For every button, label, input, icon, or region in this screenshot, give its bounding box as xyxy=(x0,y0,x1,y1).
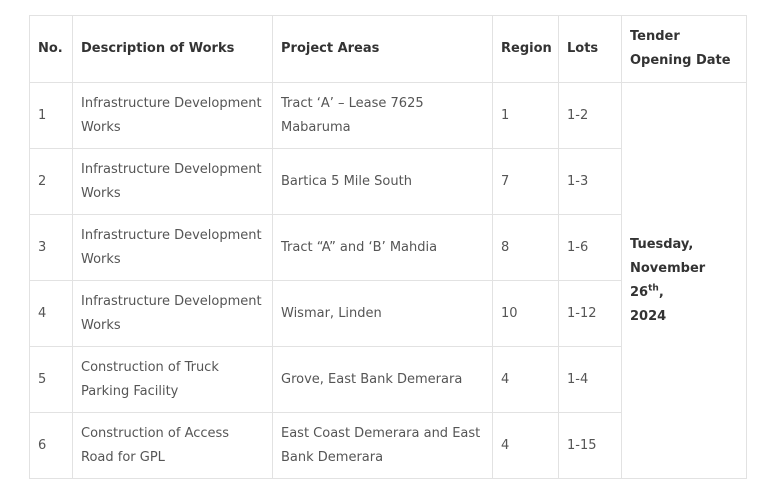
cell-no: 2 xyxy=(29,148,73,215)
table-header-row: No. Description of Works Project Areas R… xyxy=(29,15,747,83)
cell-region: 8 xyxy=(492,214,559,281)
table-row: 1 Infrastructure Development Works Tract… xyxy=(29,82,747,479)
cell-description: Construction of Truck Parking Facility xyxy=(72,346,273,413)
cell-region: 10 xyxy=(492,280,559,347)
cell-region: 7 xyxy=(492,148,559,215)
header-project-areas: Project Areas xyxy=(272,15,493,83)
opening-year: 2024 xyxy=(630,308,667,324)
cell-no: 5 xyxy=(29,346,73,413)
cell-tender-opening-date: Tuesday, November 26th, 2024 xyxy=(621,82,747,479)
cell-description: Infrastructure Development Works xyxy=(72,214,273,281)
cell-region: 4 xyxy=(492,346,559,413)
header-lots: Lots xyxy=(558,15,622,83)
cell-project-area: East Coast Demerara and East Bank Demera… xyxy=(272,412,493,479)
cell-lots: 1-12 xyxy=(558,280,622,347)
cell-region: 1 xyxy=(492,82,559,149)
header-region: Region xyxy=(492,15,559,83)
cell-no: 1 xyxy=(29,82,73,149)
cell-no: 6 xyxy=(29,412,73,479)
cell-lots: 1-15 xyxy=(558,412,622,479)
cell-lots: 1-3 xyxy=(558,148,622,215)
cell-description: Infrastructure Development Works xyxy=(72,148,273,215)
cell-project-area: Tract “A” and ‘B’ Mahdia xyxy=(272,214,493,281)
cell-description: Construction of Access Road for GPL xyxy=(72,412,273,479)
header-no: No. xyxy=(29,15,73,83)
header-tender-opening-date: Tender Opening Date xyxy=(621,15,747,83)
cell-lots: 1-4 xyxy=(558,346,622,413)
cell-project-area: Tract ‘A’ – Lease 7625 Mabaruma xyxy=(272,82,493,149)
cell-region: 4 xyxy=(492,412,559,479)
opening-comma: , xyxy=(658,284,664,300)
cell-no: 4 xyxy=(29,280,73,347)
cell-description: Infrastructure Development Works xyxy=(72,280,273,347)
cell-no: 3 xyxy=(29,214,73,281)
cell-project-area: Bartica 5 Mile South xyxy=(272,148,493,215)
opening-month-day: November 26 xyxy=(630,260,706,300)
opening-day: Tuesday, xyxy=(630,236,694,252)
cell-lots: 1-6 xyxy=(558,214,622,281)
tender-table: No. Description of Works Project Areas R… xyxy=(29,15,747,479)
cell-project-area: Grove, East Bank Demerara xyxy=(272,346,493,413)
opening-day-suffix: th xyxy=(648,283,659,294)
header-description: Description of Works xyxy=(72,15,273,83)
cell-project-area: Wismar, Linden xyxy=(272,280,493,347)
cell-description: Infrastructure Development Works xyxy=(72,82,273,149)
cell-lots: 1-2 xyxy=(558,82,622,149)
